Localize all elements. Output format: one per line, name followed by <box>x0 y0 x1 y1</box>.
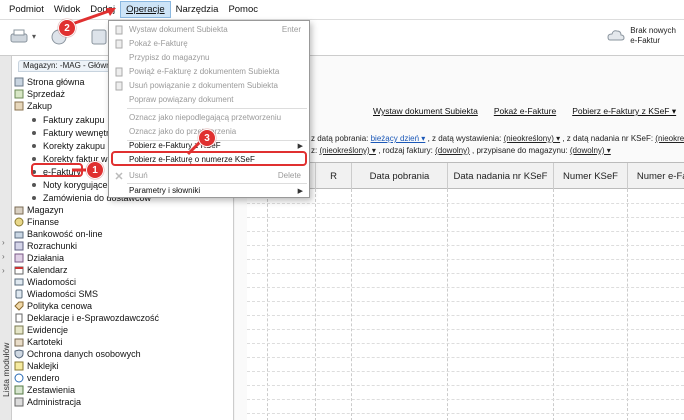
filter-row-2: z: (nieokreślony) ▾ , rodzaj faktury: (d… <box>311 146 611 155</box>
dd-usun[interactable]: Usuń Delete <box>109 169 309 182</box>
finance-icon <box>14 217 24 227</box>
col-data-nadania[interactable]: Data nadania nr KSeF <box>447 163 553 189</box>
tree-noty-korygujace[interactable]: Noty korygujące <box>32 179 108 191</box>
tree-kartoteki[interactable]: Kartoteki <box>14 336 63 348</box>
register-icon <box>14 325 24 335</box>
link-wystaw-dokument[interactable]: Wystaw dokument Subiekta <box>373 106 478 117</box>
tree-korekty-zakupu[interactable]: Korekty zakupu <box>32 140 105 152</box>
dd-powiaz[interactable]: Powiąż e-Fakturę z dokumentem Subiekta <box>109 65 309 78</box>
tree-sprzedaz[interactable]: Sprzedaż <box>14 88 65 100</box>
operacje-dropdown: Wystaw dokument Subiekta Enter Pokaż e-Fa… <box>108 20 310 198</box>
tree-magazyn[interactable]: Magazyn <box>14 204 64 216</box>
efaktury-grid[interactable]: R Data pobrania Data nadania nr KSeF Num… <box>247 162 684 420</box>
tree-deklaracje[interactable]: Deklaracje i e-Sprawozdawczość <box>14 312 159 324</box>
message-icon <box>14 278 24 286</box>
menu-podmiot[interactable]: Podmiot <box>4 2 49 17</box>
filter-data-pobrania[interactable]: bieżący dzień ▾ <box>371 134 426 143</box>
tree-vendero[interactable]: vendero <box>14 372 60 384</box>
modules-list-label: Lista modułów <box>1 342 11 397</box>
dd-pokaz-efakture[interactable]: Pokaż e-Fakturę <box>109 37 309 50</box>
settlements-icon <box>14 241 24 251</box>
chevron-right-icon: › <box>2 238 5 247</box>
report-icon <box>14 385 24 395</box>
tree-bankowosc-online[interactable]: Bankowość on-line <box>14 228 103 240</box>
menu-pomoc[interactable]: Pomoc <box>223 2 263 17</box>
dd-parametry[interactable]: Parametry i słowniki ▶ <box>109 184 309 197</box>
submenu-arrow-icon: ▶ <box>297 142 303 150</box>
submenu-arrow-icon: ▶ <box>297 187 303 195</box>
menu-narzedzia[interactable]: Narzędzia <box>171 2 224 17</box>
tree-finanse[interactable]: Finanse <box>14 216 59 228</box>
action-links: Wystaw dokument Subiekta Pokaż e-Fakture… <box>373 106 676 117</box>
tree-naklejki[interactable]: Naklejki <box>14 360 59 372</box>
sticker-icon <box>14 361 24 371</box>
tree-rozrachunki[interactable]: Rozrachunki <box>14 240 77 252</box>
link-pobierz-efaktury[interactable]: Pobierz e-Faktury z KSeF ▾ <box>572 106 676 117</box>
filter-row-1: z datą pobrania: bieżący dzień ▾ , z dat… <box>311 134 684 143</box>
tree-zakup[interactable]: Zakup <box>14 100 52 112</box>
col-numer-ksef[interactable]: Numer KSeF <box>553 163 627 189</box>
sales-icon <box>14 89 24 99</box>
callout-3-badge: 3 <box>198 129 216 147</box>
warehouse-tab[interactable]: Magazyn: -MAG - Główny <box>18 60 120 72</box>
col-data-pobrania[interactable]: Data pobrania <box>351 163 447 189</box>
tree-kalendarz[interactable]: Kalendarz <box>14 264 68 276</box>
price-icon <box>14 301 24 311</box>
link-icon <box>115 67 123 76</box>
chevron-right-icon: › <box>2 266 5 275</box>
col-numer-efaktury[interactable]: Numer e-Faktury <box>627 163 684 189</box>
tree-wiadomosci[interactable]: Wiadomości <box>14 276 76 288</box>
dd-oznacz-niepodlegajaca[interactable]: Oznacz jako niepodlegającą przetworzeniu <box>109 111 309 124</box>
delete-icon <box>115 171 123 180</box>
tree-administracja[interactable]: Administracja <box>14 396 81 408</box>
vendero-icon <box>14 373 24 383</box>
view-icon <box>115 39 123 48</box>
print-icon[interactable] <box>8 26 30 48</box>
dd-popraw[interactable]: Popraw powiązany dokument <box>109 93 309 106</box>
tree-polityka-cenowa[interactable]: Polityka cenowa <box>14 300 92 312</box>
link-pokaz-efakture[interactable]: Pokaż e-Fakture <box>494 106 556 117</box>
filter-rodzaj-faktury[interactable]: (dowolny) <box>435 146 470 155</box>
files-icon <box>14 338 24 347</box>
unlink-icon <box>115 81 123 90</box>
dd-wystaw-dokument[interactable]: Wystaw dokument Subiekta Enter <box>109 23 309 36</box>
ksef-status[interactable]: Brak nowych e-Faktur <box>606 26 676 46</box>
sms-icon <box>15 289 23 299</box>
tree-wiadomosci-sms[interactable]: Wiadomości SMS <box>14 288 98 300</box>
home-icon <box>14 77 24 87</box>
tree-ochrona-danych[interactable]: Ochrona danych osobowych <box>14 348 141 360</box>
print-dropdown-icon[interactable]: ▾ <box>32 32 36 41</box>
bank-icon <box>14 231 24 239</box>
filter-data-wystawienia[interactable]: (nieokreślony) ▾ <box>504 134 560 143</box>
admin-icon <box>14 397 24 407</box>
grid-header: R Data pobrania Data nadania nr KSeF Num… <box>247 163 684 189</box>
menu-operacje[interactable]: Operacje <box>120 1 171 18</box>
col-r[interactable]: R <box>315 163 351 189</box>
filter-magazyn[interactable]: (dowolny) ▾ <box>570 146 611 155</box>
filter-data-nadania[interactable]: (nieokreślony) <box>655 134 684 143</box>
dd-przypisz-magazyn[interactable]: Przypisz do magazynu <box>109 51 309 64</box>
tree-dzialania[interactable]: Działania <box>14 252 64 264</box>
ksef-status-line2: e-Faktur <box>630 36 660 45</box>
tree-strona-glowna[interactable]: Strona główna <box>14 76 85 88</box>
tree-faktury-zakupu[interactable]: Faktury zakupu <box>32 114 105 126</box>
ksef-status-line1: Brak nowych <box>630 26 676 35</box>
shield-icon <box>14 349 24 359</box>
declaration-icon <box>15 313 23 323</box>
actions-icon <box>14 253 24 263</box>
callout-2-badge: 2 <box>58 19 76 37</box>
modules-vertical-tab[interactable]: › › › Lista modułów <box>0 56 12 420</box>
tree-ewidencje[interactable]: Ewidencje <box>14 324 68 336</box>
tree-zestawienia[interactable]: Zestawienia <box>14 384 75 396</box>
warehouse-icon <box>14 206 24 215</box>
chevron-right-icon: › <box>2 252 5 261</box>
purchase-icon <box>14 101 24 111</box>
filter-nieokreslony[interactable]: (nieokreślony) ▾ <box>319 146 375 155</box>
dd-usun-powiazanie[interactable]: Usuń powiązanie z dokumentem Subiekta <box>109 79 309 92</box>
calendar-icon <box>14 266 24 275</box>
cloud-icon <box>607 30 625 41</box>
callout-1-badge: 1 <box>86 161 104 179</box>
